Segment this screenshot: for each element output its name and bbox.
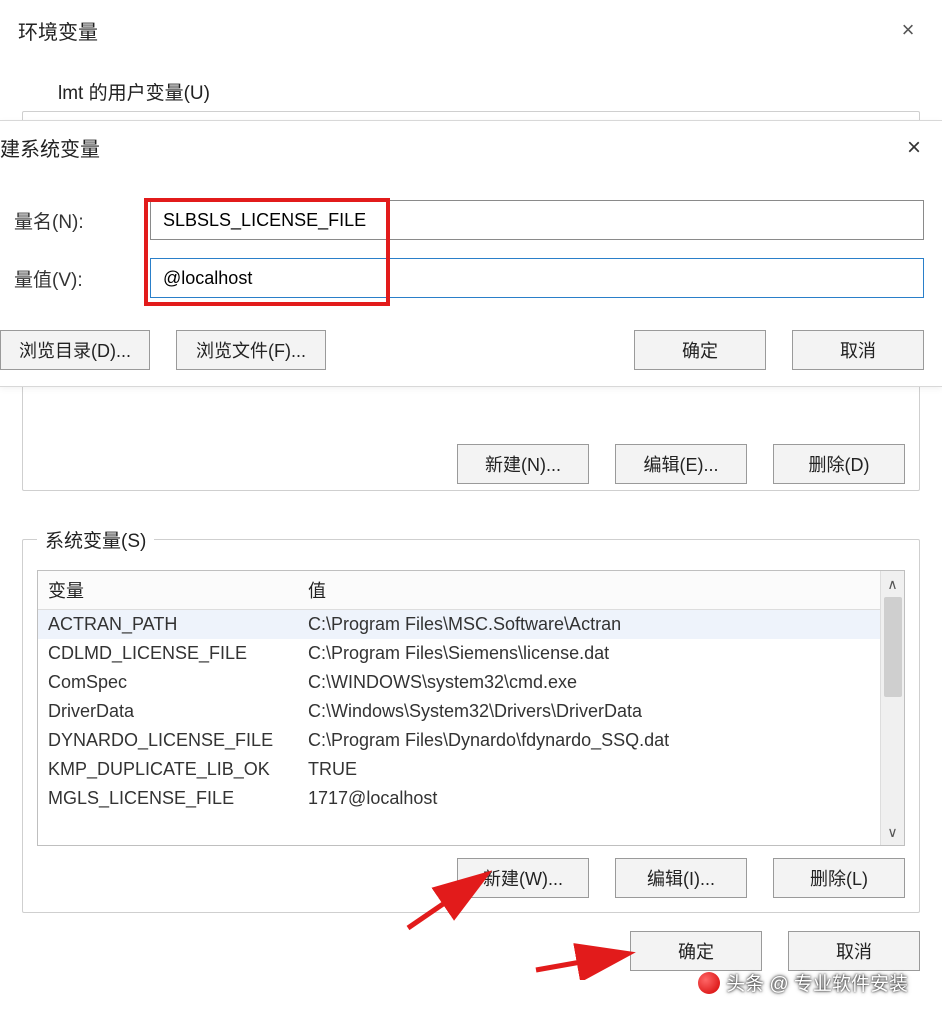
cell-val: C:\Windows\System32\Drivers\DriverData	[298, 697, 904, 726]
user-delete-button[interactable]: 删除(D)	[773, 444, 905, 484]
cell-val: C:\Program Files\MSC.Software\Actran	[298, 610, 904, 640]
new-var-button-row: 浏览目录(D)... 浏览文件(F)... 确定 取消	[0, 326, 942, 378]
variable-value-input[interactable]	[150, 258, 924, 298]
variable-value-label: 量值(V):	[0, 265, 150, 292]
cell-val: 1717@localhost	[298, 784, 904, 813]
col-header-variable[interactable]: 变量	[38, 571, 298, 610]
user-edit-button[interactable]: 编辑(E)...	[615, 444, 747, 484]
table-row[interactable]: ACTRAN_PATH C:\Program Files\MSC.Softwar…	[38, 610, 904, 640]
new-system-variable-dialog: 建系统变量 × 量名(N): 量值(V): 浏览目录(D)... 浏览文件(F)…	[0, 120, 942, 387]
new-var-cancel-button[interactable]: 取消	[792, 330, 924, 370]
scroll-up-icon[interactable]: ∧	[881, 571, 904, 597]
cell-val: C:\Program Files\Dynardo\fdynardo_SSQ.da…	[298, 726, 904, 755]
system-vars-table[interactable]: 变量 值 ACTRAN_PATH C:\Program Files\MSC.So…	[37, 570, 905, 846]
table-row[interactable]: DYNARDO_LICENSE_FILE C:\Program Files\Dy…	[38, 726, 904, 755]
user-vars-button-row: 新建(N)... 编辑(E)... 删除(D)	[23, 432, 919, 498]
variable-name-label: 量名(N):	[0, 207, 150, 234]
system-vars-group: 系统变量(S) 变量 值 ACTRAN_PATH C:\Program File…	[22, 539, 920, 913]
user-vars-section-label: lmt 的用户变量(U)	[22, 78, 920, 105]
cell-var: DYNARDO_LICENSE_FILE	[38, 726, 298, 755]
new-var-ok-button[interactable]: 确定	[634, 330, 766, 370]
table-row[interactable]: DriverData C:\Windows\System32\Drivers\D…	[38, 697, 904, 726]
variable-name-input[interactable]	[150, 200, 924, 240]
scroll-thumb[interactable]	[884, 597, 902, 697]
cell-var: MGLS_LICENSE_FILE	[38, 784, 298, 813]
browse-file-button[interactable]: 浏览文件(F)...	[176, 330, 326, 370]
cell-val: TRUE	[298, 755, 904, 784]
env-titlebar: 环境变量 ×	[0, 0, 942, 54]
col-header-value[interactable]: 值	[298, 571, 904, 610]
env-cancel-button[interactable]: 取消	[788, 931, 920, 971]
cell-val: C:\Program Files\Siemens\license.dat	[298, 639, 904, 668]
env-dialog-bottom-row: 确定 取消	[0, 913, 942, 971]
table-row[interactable]: ComSpec C:\WINDOWS\system32\cmd.exe	[38, 668, 904, 697]
system-edit-button[interactable]: 编辑(I)...	[615, 858, 747, 898]
system-delete-button[interactable]: 删除(L)	[773, 858, 905, 898]
system-vars-section-label: 系统变量(S)	[37, 526, 154, 553]
cell-var: ComSpec	[38, 668, 298, 697]
cell-val: C:\WINDOWS\system32\cmd.exe	[298, 668, 904, 697]
table-row[interactable]: CDLMD_LICENSE_FILE C:\Program Files\Siem…	[38, 639, 904, 668]
cell-var: CDLMD_LICENSE_FILE	[38, 639, 298, 668]
scrollbar[interactable]: ∧ ∨	[880, 571, 904, 845]
scroll-down-icon[interactable]: ∨	[881, 819, 904, 845]
system-vars-button-row: 新建(W)... 编辑(I)... 删除(L)	[23, 846, 919, 912]
env-title-text: 环境变量	[18, 16, 98, 45]
new-var-title-text: 建系统变量	[0, 127, 100, 168]
user-new-button[interactable]: 新建(N)...	[457, 444, 589, 484]
cell-var: ACTRAN_PATH	[38, 610, 298, 640]
browse-directory-button[interactable]: 浏览目录(D)...	[0, 330, 150, 370]
table-row[interactable]: KMP_DUPLICATE_LIB_OK TRUE	[38, 755, 904, 784]
new-var-titlebar: 建系统变量 ×	[0, 121, 942, 174]
close-icon[interactable]: ×	[898, 132, 930, 164]
cell-var: KMP_DUPLICATE_LIB_OK	[38, 755, 298, 784]
table-row[interactable]: MGLS_LICENSE_FILE 1717@localhost	[38, 784, 904, 813]
system-new-button[interactable]: 新建(W)...	[457, 858, 589, 898]
close-icon[interactable]: ×	[892, 14, 924, 46]
cell-var: DriverData	[38, 697, 298, 726]
table-header-row: 变量 值	[38, 571, 904, 610]
env-ok-button[interactable]: 确定	[630, 931, 762, 971]
